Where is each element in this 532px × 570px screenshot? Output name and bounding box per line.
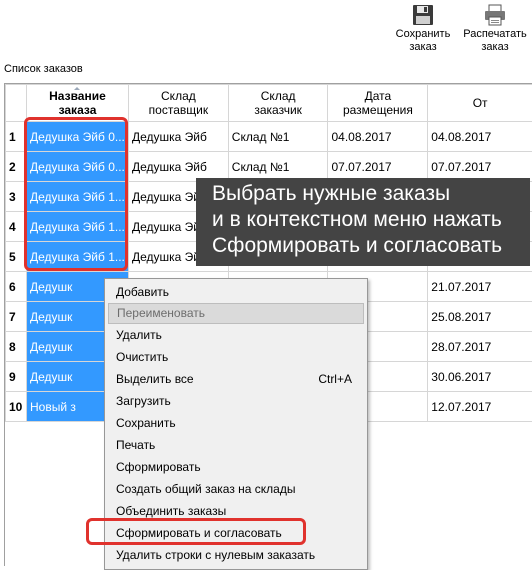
- column-header-customer-warehouse[interactable]: Склад заказчик: [228, 85, 328, 122]
- column-header-from[interactable]: От: [428, 85, 532, 122]
- grid-corner-cell[interactable]: [6, 85, 27, 122]
- context-menu-item-label: Загрузить: [116, 394, 171, 408]
- column-header-supplier-warehouse[interactable]: Склад поставщик: [128, 85, 228, 122]
- selection-highlight-box: [24, 117, 128, 271]
- print-order-label: Распечатать заказ: [460, 28, 530, 54]
- context-menu-item-label: Очистить: [116, 350, 168, 364]
- callout-line-2: и в контекстном меню нажать: [212, 207, 530, 233]
- row-number-cell[interactable]: 10: [6, 392, 27, 422]
- from-date-cell[interactable]: 07.07.2017: [428, 152, 532, 182]
- customer-warehouse-cell[interactable]: Склад №1: [228, 122, 328, 152]
- context-menu-item[interactable]: Печать: [108, 435, 364, 456]
- context-menu-item-label: Добавить: [116, 285, 169, 299]
- grid-header-row: Название заказа Склад поставщик Склад за…: [6, 85, 532, 122]
- save-order-label: Сохранить заказ: [392, 28, 454, 54]
- context-menu-item[interactable]: Загрузить: [108, 391, 364, 412]
- context-menu-item-label: Печать: [116, 438, 155, 452]
- menu-item-highlight-box: [86, 518, 306, 545]
- context-menu-item-label: Переименовать: [117, 306, 205, 320]
- supplier-warehouse-cell[interactable]: Дедушка Эйб: [128, 152, 228, 182]
- print-order-button[interactable]: Распечатать заказ: [460, 4, 530, 54]
- from-date-cell[interactable]: 28.07.2017: [428, 332, 532, 362]
- context-menu-item-label: Объединить заказы: [116, 504, 226, 518]
- context-menu-item-label: Удалить строки с нулевым заказать: [116, 548, 315, 562]
- callout-line-1: Выбрать нужные заказы: [212, 181, 530, 207]
- context-menu-item[interactable]: Очистить: [108, 347, 364, 368]
- context-menu-item[interactable]: Создать общий заказ на склады: [108, 479, 364, 500]
- orders-list-label: Список заказов: [4, 63, 83, 75]
- placement-date-cell[interactable]: 04.08.2017: [328, 122, 428, 152]
- placement-date-cell[interactable]: 07.07.2017: [328, 152, 428, 182]
- context-menu-item-label: Сохранить: [116, 416, 176, 430]
- context-menu-item[interactable]: Добавить: [108, 282, 364, 303]
- context-menu-shortcut: Ctrl+A: [318, 369, 352, 390]
- floppy-disk-icon: [411, 4, 435, 26]
- toolbar: Сохранить заказ Распечатать заказ: [0, 0, 532, 62]
- context-menu-item[interactable]: Удалить: [108, 325, 364, 346]
- from-date-cell[interactable]: 04.08.2017: [428, 122, 532, 152]
- supplier-warehouse-cell[interactable]: Дедушка Эйб: [128, 122, 228, 152]
- row-number-cell[interactable]: 8: [6, 332, 27, 362]
- context-menu-item-label: Создать общий заказ на склады: [116, 482, 295, 496]
- from-date-cell[interactable]: 25.08.2017: [428, 302, 532, 332]
- context-menu-item: Переименовать: [108, 303, 364, 324]
- context-menu-item[interactable]: Сформировать: [108, 457, 364, 478]
- context-menu-item[interactable]: Выделить все Ctrl+A: [108, 369, 364, 390]
- instruction-callout: Выбрать нужные заказы и в контекстном ме…: [196, 178, 530, 266]
- row-number-cell[interactable]: 9: [6, 362, 27, 392]
- from-date-cell[interactable]: 30.06.2017: [428, 362, 532, 392]
- row-number-cell[interactable]: 7: [6, 302, 27, 332]
- column-header-order-name[interactable]: Название заказа: [26, 85, 128, 122]
- printer-icon: [483, 4, 507, 26]
- context-menu-item-label: Выделить все: [116, 372, 194, 386]
- context-menu-item[interactable]: Сохранить: [108, 413, 364, 434]
- from-date-cell[interactable]: 12.07.2017: [428, 392, 532, 422]
- row-number-cell[interactable]: 6: [6, 272, 27, 302]
- customer-warehouse-cell[interactable]: Склад №1: [228, 152, 328, 182]
- from-date-cell[interactable]: 21.07.2017: [428, 272, 532, 302]
- context-menu-item[interactable]: Удалить строки с нулевым заказать: [108, 545, 364, 566]
- callout-line-3: Сформировать и согласовать: [212, 233, 530, 259]
- context-menu-item-label: Удалить: [116, 328, 162, 342]
- context-menu-item-label: Сформировать: [116, 460, 201, 474]
- save-order-button[interactable]: Сохранить заказ: [392, 4, 454, 54]
- column-header-placement-date[interactable]: Дата размещения: [328, 85, 428, 122]
